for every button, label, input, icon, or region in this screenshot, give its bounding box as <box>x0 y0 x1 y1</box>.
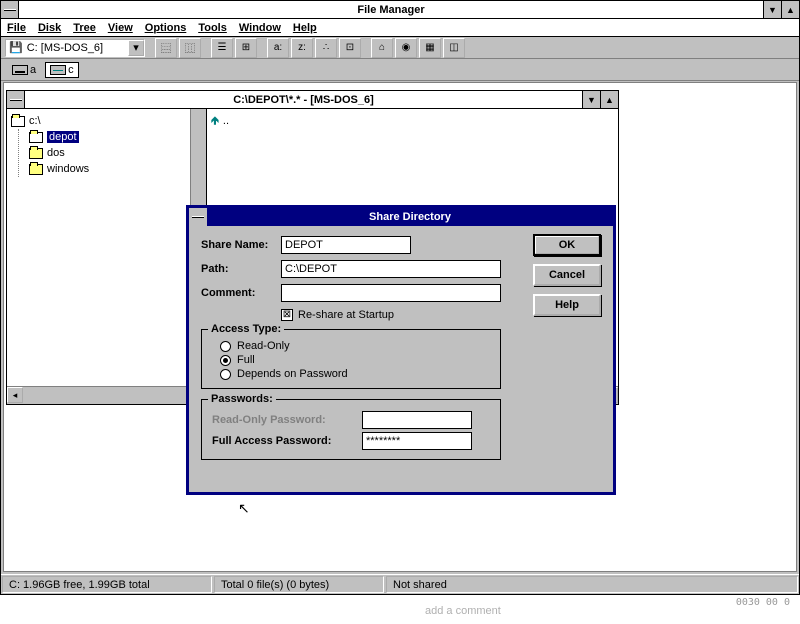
tree-item-depot[interactable]: depot <box>29 129 202 145</box>
radio-readonly[interactable]: Read-Only <box>220 340 490 352</box>
share-directory-dialog: Share Directory Share Name: Path: Commen… <box>186 205 616 495</box>
reshare-label: Re-share at Startup <box>298 309 394 321</box>
child-title: C:\DEPOT\*.* - [MS-DOS_6] <box>25 94 582 106</box>
ok-button[interactable]: OK <box>533 234 601 256</box>
dialog-title: Share Directory <box>207 211 613 223</box>
tree-item-dos[interactable]: dos <box>29 145 202 161</box>
toolbar-btn-10[interactable]: ◉ <box>395 38 417 58</box>
menu-tools[interactable]: Tools <box>198 22 227 34</box>
toolbar-btn-2[interactable]: ⿲ <box>179 38 201 58</box>
tree-pane[interactable]: c:\ depot dos windows <box>7 109 207 386</box>
menu-bar: File Disk Tree View Options Tools Window… <box>1 19 799 37</box>
child-titlebar: C:\DEPOT\*.* - [MS-DOS_6] ▼ ▲ <box>7 91 618 109</box>
system-menu-icon[interactable] <box>1 1 19 18</box>
tree-item-windows[interactable]: windows <box>29 161 202 177</box>
up-arrow-icon: 🡹 <box>211 112 219 131</box>
passwords-group: Passwords: Read-Only Password: Full Acce… <box>201 399 501 460</box>
drive-dropdown-icon[interactable]: ▾ <box>128 40 144 56</box>
drive-a[interactable]: a <box>7 62 41 78</box>
menu-options[interactable]: Options <box>145 22 187 34</box>
maximize-button[interactable]: ▲ <box>781 1 799 18</box>
share-name-label: Share Name: <box>201 239 281 251</box>
toolbar-btn-1[interactable]: ⿳ <box>155 38 177 58</box>
toolbar-btn-4[interactable]: ⊞ <box>235 38 257 58</box>
passwords-legend: Passwords: <box>208 393 276 405</box>
drive-bar: a c <box>1 59 799 81</box>
share-name-input[interactable] <box>281 236 411 254</box>
readonly-password-label: Read-Only Password: <box>212 414 362 426</box>
menu-window[interactable]: Window <box>239 22 281 34</box>
drive-c[interactable]: c <box>45 62 79 78</box>
toolbar-btn-12[interactable]: ◫ <box>443 38 465 58</box>
hex-numbers: 0030 00 0 <box>736 597 790 608</box>
file-up[interactable]: 🡹.. <box>211 113 614 129</box>
radio-full[interactable]: Full <box>220 354 490 366</box>
path-input[interactable] <box>281 260 501 278</box>
comment-label: Comment: <box>201 287 281 299</box>
toolbar-btn-5[interactable]: a: <box>267 38 289 58</box>
status-bar: C: 1.96GB free, 1.99GB total Total 0 fil… <box>1 574 799 594</box>
cancel-button[interactable]: Cancel <box>533 264 601 286</box>
child-minimize-button[interactable]: ▼ <box>582 91 600 108</box>
minimize-button[interactable]: ▼ <box>763 1 781 18</box>
tree-root[interactable]: c:\ <box>11 113 202 129</box>
access-type-legend: Access Type: <box>208 323 284 335</box>
menu-help[interactable]: Help <box>293 22 317 34</box>
child-system-menu-icon[interactable] <box>7 91 25 108</box>
main-titlebar: File Manager ▼ ▲ <box>1 1 799 19</box>
toolbar: 💾 C: [MS-DOS_6] ▾ ⿳ ⿲ ☰ ⊞ a: z: ∴ ⊡ ⌂ ◉ … <box>1 37 799 59</box>
dialog-system-menu-icon[interactable] <box>189 208 207 226</box>
status-files: Total 0 file(s) (0 bytes) <box>214 576 384 593</box>
window-title: File Manager <box>19 4 763 16</box>
page-background-strip: add a comment 0030 00 0 <box>0 595 800 624</box>
scroll-left-icon[interactable]: ◂ <box>7 387 23 403</box>
comment-input[interactable] <box>281 284 501 302</box>
readonly-password-input <box>362 411 472 429</box>
toolbar-btn-9[interactable]: ⌂ <box>371 38 393 58</box>
access-type-group: Access Type: Read-Only Full Depends on P… <box>201 329 501 389</box>
toolbar-btn-6[interactable]: z: <box>291 38 313 58</box>
child-maximize-button[interactable]: ▲ <box>600 91 618 108</box>
drive-selector-label: C: [MS-DOS_6] <box>23 42 128 54</box>
status-disk: C: 1.96GB free, 1.99GB total <box>2 576 212 593</box>
radio-depends[interactable]: Depends on Password <box>220 368 490 380</box>
menu-disk[interactable]: Disk <box>38 22 61 34</box>
status-share: Not shared <box>386 576 798 593</box>
full-password-label: Full Access Password: <box>212 435 362 447</box>
full-password-input[interactable] <box>362 432 472 450</box>
reshare-checkbox[interactable]: ⊠ Re-share at Startup <box>281 309 394 321</box>
toolbar-btn-3[interactable]: ☰ <box>211 38 233 58</box>
menu-file[interactable]: File <box>7 22 26 34</box>
drive-selector[interactable]: 💾 C: [MS-DOS_6] ▾ <box>5 39 145 57</box>
toolbar-btn-8[interactable]: ⊡ <box>339 38 361 58</box>
menu-view[interactable]: View <box>108 22 133 34</box>
path-label: Path: <box>201 263 281 275</box>
checkbox-icon: ⊠ <box>281 309 293 321</box>
toolbar-btn-7[interactable]: ∴ <box>315 38 337 58</box>
menu-tree[interactable]: Tree <box>73 22 96 34</box>
toolbar-btn-11[interactable]: ▦ <box>419 38 441 58</box>
dialog-titlebar: Share Directory <box>189 208 613 226</box>
add-comment-text: add a comment <box>425 605 501 617</box>
help-button[interactable]: Help <box>533 294 601 316</box>
